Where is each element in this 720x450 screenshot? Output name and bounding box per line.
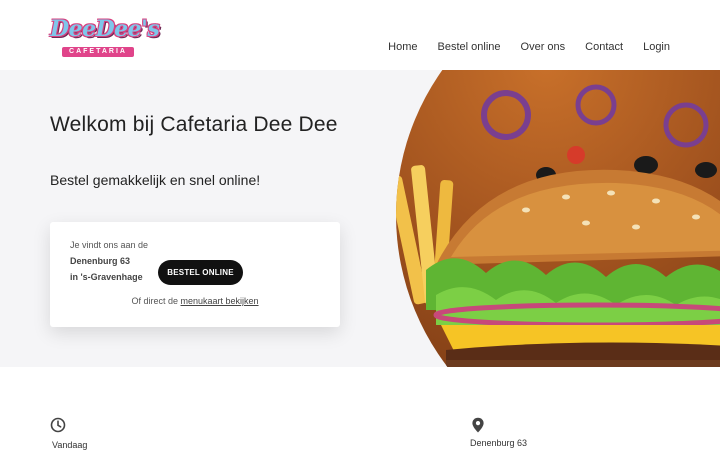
address-intro: Je vindt ons aan de — [70, 240, 149, 250]
nav-contact[interactable]: Contact — [585, 40, 623, 54]
order-online-button[interactable]: BESTEL ONLINE — [158, 260, 243, 285]
nav-home[interactable]: Home — [388, 40, 417, 54]
clock-icon — [50, 417, 66, 433]
logo-subtitle: CAFETARIA — [62, 47, 134, 57]
burger-illustration — [396, 84, 720, 367]
burger-food-photo — [396, 70, 720, 367]
info-section: Vandaag Denenburg 63 — [0, 367, 720, 450]
nav-bestel-online[interactable]: Bestel online — [438, 40, 501, 54]
main-nav: Home Bestel online Over ons Contact Logi… — [388, 40, 670, 54]
address-street: Denenburg 63 — [70, 256, 131, 266]
logo-wordmark: DeeDee's — [50, 16, 160, 42]
hero-title: Welkom bij Cafetaria Dee Dee — [50, 113, 338, 136]
hero-subtitle: Bestel gemakkelijk en snel online! — [50, 172, 261, 188]
menu-prefix: Of direct de — [131, 296, 178, 306]
menu-line: Of direct de menukaart bekijken — [50, 296, 340, 306]
hero-section: Welkom bij Cafetaria Dee Dee Bestel gema… — [0, 70, 720, 367]
nav-login[interactable]: Login — [643, 40, 670, 54]
order-card: Je vindt ons aan de Denenburg 63 in 's-G… — [50, 222, 340, 327]
nav-over-ons[interactable]: Over ons — [521, 40, 566, 54]
map-pin-icon — [472, 417, 484, 433]
menu-link[interactable]: menukaart bekijken — [181, 296, 259, 306]
site-header: DeeDee's CAFETARIA Home Bestel online Ov… — [0, 0, 720, 70]
address-city: in 's-Gravenhage — [70, 272, 143, 282]
address-label: Denenburg 63 — [470, 438, 528, 448]
cafetaria-logo[interactable]: DeeDee's CAFETARIA — [50, 12, 160, 58]
hours-today-label: Vandaag — [52, 440, 88, 450]
